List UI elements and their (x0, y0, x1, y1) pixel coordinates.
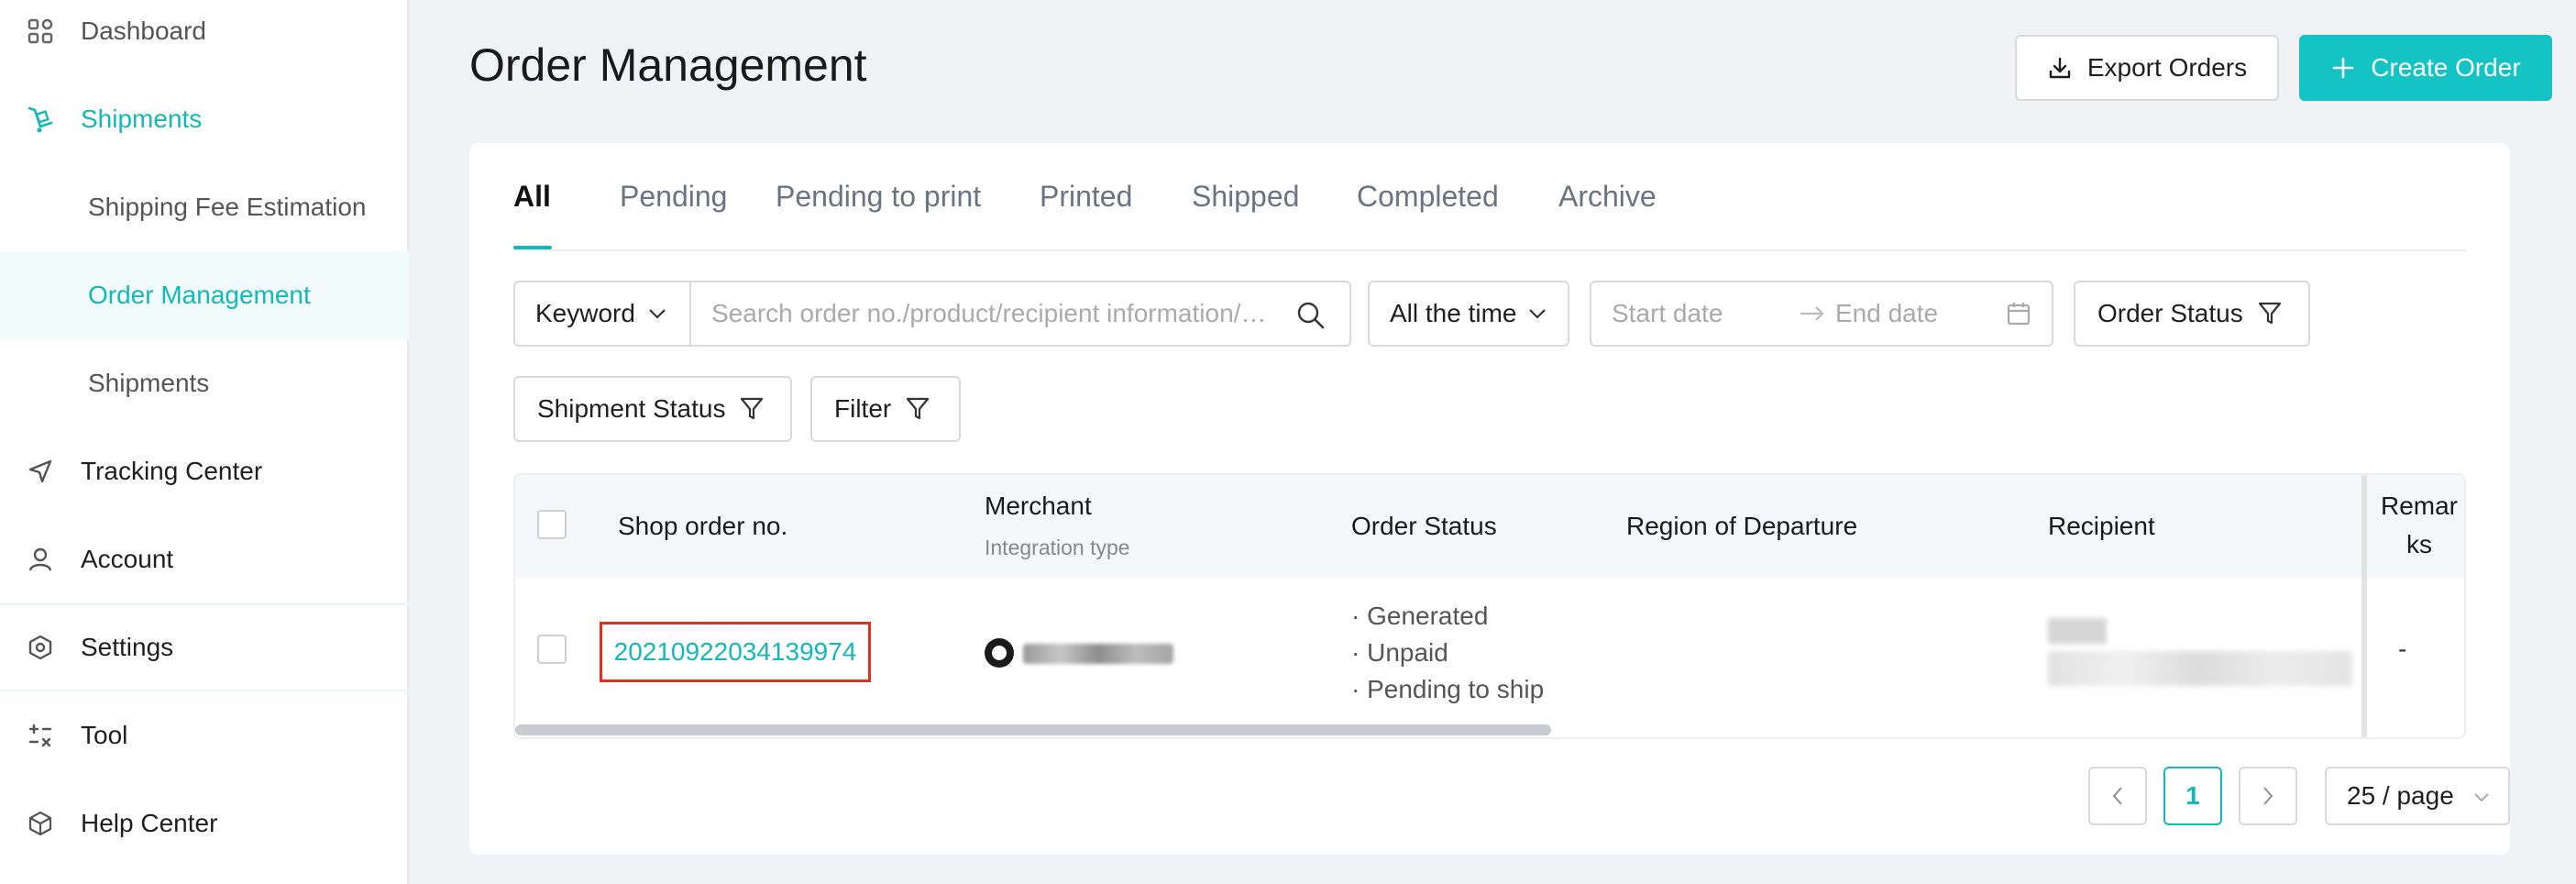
recipient-name-redacted (2048, 618, 2107, 644)
chevron-right-icon (2262, 786, 2274, 806)
sidebar-item-account[interactable]: Account (0, 515, 409, 603)
order-status-filter[interactable]: Order Status (2074, 281, 2310, 347)
column-order-status: Order Status (1351, 512, 1497, 540)
column-shop-order-no: Shop order no. (618, 512, 788, 540)
funnel-icon (740, 396, 764, 422)
start-date-placeholder: Start date (1612, 299, 1723, 327)
box-icon (24, 807, 57, 840)
merchant-logo (985, 638, 1014, 668)
active-tab-indicator (513, 246, 552, 249)
page-title: Order Management (469, 39, 867, 91)
column-integration-type: Integration type (985, 536, 1130, 559)
plus-icon (2330, 55, 2371, 81)
sidebar-item-label: Dashboard (81, 17, 206, 45)
chevron-down-icon (648, 308, 666, 319)
dashboard-grid-icon (24, 15, 57, 48)
status-generated: · Generated (1351, 602, 1489, 630)
sidebar-item-order-management[interactable]: Order Management (0, 251, 409, 339)
page-size-select[interactable]: 25 / page (2325, 767, 2510, 825)
sidebar-item-label: Tracking Center (81, 457, 263, 485)
order-no-highlight-box: 20210922034139974 (600, 622, 871, 682)
shipments-cart-icon (24, 103, 57, 136)
tab-completed[interactable]: Completed (1357, 180, 1499, 214)
time-range-select[interactable]: All the time (1368, 281, 1569, 347)
tab-pending[interactable]: Pending (620, 180, 727, 214)
more-filter-button[interactable]: Filter (810, 376, 961, 442)
tab-all[interactable]: All (513, 180, 551, 214)
keyword-select[interactable]: Keyword (513, 281, 691, 347)
calendar-icon (2006, 301, 2031, 326)
merchant-name-redacted (1023, 644, 1173, 664)
orders-card: All Pending Pending to print Printed Shi… (469, 143, 2510, 855)
user-icon (24, 543, 57, 576)
tab-shipped[interactable]: Shipped (1192, 180, 1299, 214)
sidebar-item-label: Shipping Fee Estimation (88, 193, 367, 221)
recipient-address-redacted (2048, 651, 2352, 686)
time-range-value: All the time (1390, 299, 1517, 327)
chevron-left-icon (2111, 786, 2124, 806)
sidebar-item-tool[interactable]: Tool (0, 691, 409, 779)
sidebar-item-dashboard[interactable]: Dashboard (0, 0, 409, 75)
filter-label: Filter (834, 394, 892, 423)
order-number-link[interactable]: 20210922034139974 (614, 637, 857, 667)
select-all-checkbox[interactable] (537, 510, 567, 539)
chevron-down-icon (1528, 308, 1547, 319)
keyword-select-value: Keyword (535, 299, 635, 327)
order-status-filter-label: Order Status (2097, 299, 2243, 327)
sidebar-item-label: Account (81, 545, 174, 573)
search-icon (1296, 301, 1326, 330)
sidebar: Dashboard Shipments Shipping Fee Estimat… (0, 0, 409, 884)
order-status-list: · Generated · Unpaid · Pending to ship (1351, 598, 1544, 708)
funnel-icon (2258, 301, 2282, 326)
sidebar-item-label: Tool (81, 721, 128, 749)
gear-hexagon-icon (24, 631, 57, 664)
tab-pending-to-print[interactable]: Pending to print (776, 180, 981, 214)
status-tabs: All Pending Pending to print Printed Shi… (513, 143, 2466, 251)
prev-page-button[interactable] (2088, 767, 2147, 825)
sidebar-item-label: Order Management (88, 281, 311, 309)
date-range-picker[interactable]: Start date End date (1590, 281, 2053, 347)
search-placeholder: Search order no./product/recipient infor… (711, 299, 1267, 327)
next-page-button[interactable] (2239, 767, 2297, 825)
sidebar-item-label: Help Center (81, 809, 218, 837)
sidebar-item-settings[interactable]: Settings (0, 603, 409, 691)
column-merchant: Merchant (985, 492, 1092, 520)
sidebar-item-shipments-list[interactable]: Shipments (0, 339, 409, 427)
tab-printed[interactable]: Printed (1040, 180, 1132, 214)
create-order-label: Create Order (2371, 53, 2521, 82)
column-region-of-departure: Region of Departure (1626, 512, 1858, 540)
sidebar-item-label: Settings (81, 633, 174, 661)
tab-archive[interactable]: Archive (1558, 180, 1657, 214)
status-unpaid: · Unpaid (1351, 638, 1448, 667)
create-order-button[interactable]: Create Order (2299, 35, 2552, 101)
table-header: Shop order no. Merchant Integration type… (515, 475, 2464, 578)
funnel-icon (906, 396, 930, 422)
send-arrow-icon (24, 455, 57, 488)
search-input[interactable]: Search order no./product/recipient infor… (689, 281, 1351, 347)
download-icon (2047, 55, 2087, 81)
page-size-value: 25 / page (2347, 781, 2454, 810)
shipment-status-filter-label: Shipment Status (537, 394, 726, 423)
sidebar-item-label: Shipments (88, 369, 210, 397)
chevron-down-icon (2473, 792, 2490, 802)
sidebar-item-tracking-center[interactable]: Tracking Center (0, 427, 409, 515)
export-orders-label: Export Orders (2086, 53, 2248, 82)
export-orders-button[interactable]: Export Orders (2015, 35, 2279, 101)
sidebar-item-shipping-fee-estimation[interactable]: Shipping Fee Estimation (0, 163, 409, 251)
status-pending-to-ship: · Pending to ship (1351, 675, 1545, 703)
sticky-column-divider (2361, 475, 2464, 737)
column-recipient: Recipient (2048, 512, 2155, 540)
orders-table: Shop order no. Merchant Integration type… (513, 473, 2466, 739)
end-date-placeholder: End date (1835, 299, 1939, 327)
horizontal-scrollbar[interactable] (515, 724, 1551, 735)
calculator-icon (24, 719, 57, 752)
shipment-status-filter[interactable]: Shipment Status (513, 376, 792, 442)
sidebar-item-help-center[interactable]: Help Center (0, 779, 409, 867)
page-1-button[interactable]: 1 (2163, 767, 2222, 825)
sidebar-item-label: Shipments (81, 105, 203, 133)
row-checkbox[interactable] (537, 635, 567, 664)
table-row: 20210922034139974 · Generated · Unpaid ·… (515, 578, 2464, 724)
arrow-right-icon (1799, 303, 1826, 325)
sidebar-item-shipments[interactable]: Shipments (0, 75, 409, 163)
